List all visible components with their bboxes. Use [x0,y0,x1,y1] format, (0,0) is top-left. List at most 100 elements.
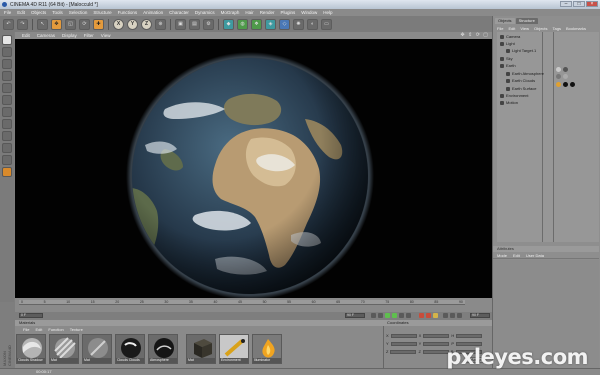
material-menu-texture[interactable]: Texture [70,327,83,332]
menu-functions[interactable]: Functions [118,10,138,15]
undo-icon[interactable]: ↶ [3,18,14,30]
snap-icon[interactable] [2,143,12,153]
menu-animation[interactable]: Animation [143,10,163,15]
scene-object-icon[interactable]: ◇ [279,18,290,30]
object-item-environment[interactable]: Environment [500,93,528,98]
x-axis-lock-button[interactable]: X [113,18,124,30]
floor-object-icon[interactable]: ▭ [321,18,332,30]
tab-objects[interactable]: Objects [495,18,515,24]
locked-workplane-icon[interactable] [2,167,12,177]
go-to-end-icon[interactable] [406,313,411,318]
menu-dynamics[interactable]: Dynamics [195,10,215,15]
redo-icon[interactable]: ↷ [17,18,28,30]
deformer-icon[interactable]: ◈ [265,18,276,30]
use-points-tool-icon[interactable] [2,83,12,93]
camera-object-icon[interactable]: ◐ [307,18,318,30]
menu-edit[interactable]: Edit [17,10,25,15]
close-button[interactable]: × [586,1,598,7]
rotation-h-field[interactable] [456,333,483,338]
use-axis-tool-icon[interactable] [2,71,12,81]
scale-key-icon[interactable] [450,313,455,318]
position-key-icon[interactable] [443,313,448,318]
live-selection-icon[interactable]: ↖ [37,18,48,30]
menu-objects[interactable]: Objects [31,10,46,15]
coordinate-system-icon[interactable]: ⊕ [155,18,166,30]
menu-selection[interactable]: Selection [69,10,88,15]
object-menu-bookmarks[interactable]: Bookmarks [566,26,586,31]
object-item-earth-clouds[interactable]: Earth Clouds [506,78,535,83]
move-tool-icon[interactable]: ✥ [51,18,62,30]
material-swatch-illuminator[interactable]: Illuminator [252,334,282,364]
object-item-light-target[interactable]: Light Target.1 [506,48,536,53]
current-frame-field[interactable]: 90 F [345,313,365,318]
texture-tag-icon[interactable] [556,67,561,72]
light-object-icon[interactable]: ✺ [293,18,304,30]
object-item-camera[interactable]: Camera [500,34,520,39]
menu-file[interactable]: File [4,10,11,15]
start-frame-field[interactable]: 0 F [19,313,43,318]
scale-tool-icon[interactable]: ◱ [65,18,76,30]
size-z-field[interactable] [422,349,449,354]
nurbs-icon[interactable]: ◍ [237,18,248,30]
autokey-icon[interactable] [426,313,431,318]
object-item-sky[interactable]: Sky [500,56,513,61]
material-swatch-environment[interactable]: Environment [219,334,249,364]
object-menu-objects[interactable]: Objects [534,26,548,31]
material-menu-edit[interactable]: Edit [35,327,42,332]
material-swatch-grey[interactable]: Mat [82,334,112,364]
render-picture-viewer-icon[interactable]: ▤ [189,18,200,30]
position-z-field[interactable] [390,349,417,354]
viewport-menu-filter[interactable]: Filter [84,33,94,38]
next-key-icon[interactable] [399,313,404,318]
recent-tool-icon[interactable]: ✚ [93,18,104,30]
menu-window[interactable]: Window [301,10,317,15]
z-axis-lock-button[interactable]: Z [141,18,152,30]
array-icon[interactable]: ❖ [251,18,262,30]
texture-tag-icon[interactable] [563,74,568,79]
texture-tag-icon[interactable] [563,82,568,87]
object-item-earth-surface[interactable]: Earth Surface [506,86,536,91]
maximize-button[interactable]: □ [573,1,585,7]
object-item-earth-atmosphere[interactable]: Earth Atmosphere [506,71,544,76]
tab-structure[interactable]: Structure [515,18,538,24]
texture-tag-icon[interactable] [556,74,561,79]
position-x-field[interactable] [390,333,417,338]
texture-tag-icon[interactable] [570,82,575,87]
material-swatch-dark-cube[interactable]: Mat [186,334,216,364]
material-menu-file[interactable]: File [23,327,29,332]
3d-viewport[interactable] [15,39,492,298]
play-backwards-icon[interactable] [385,313,390,318]
material-swatch-clouds[interactable]: Clouds Clouds [115,334,145,364]
viewport-menu-display[interactable]: Display [62,33,77,38]
menu-tools[interactable]: Tools [52,10,63,15]
cube-object-icon[interactable]: ◆ [223,18,234,30]
attributes-menu-mode[interactable]: Mode [497,253,507,258]
object-menu-file[interactable]: File [497,26,503,31]
keyframe-selection-icon[interactable] [433,313,438,318]
render-settings-icon[interactable]: ⚙ [203,18,214,30]
menu-structure[interactable]: Structure [93,10,111,15]
enable-axis-icon[interactable] [2,119,12,129]
y-axis-lock-button[interactable]: Y [127,18,138,30]
render-view-icon[interactable]: ▣ [175,18,186,30]
material-swatch-atmosphere[interactable]: Atmosphere [148,334,178,364]
viewport-menu-edit[interactable]: Edit [22,33,30,38]
object-menu-view[interactable]: View [520,26,529,31]
timeline-ruler[interactable]: 0 5 10 15 20 25 30 35 40 45 50 55 60 65 … [19,300,465,305]
rotate-tool-icon[interactable]: ⟳ [79,18,90,30]
use-edges-tool-icon[interactable] [2,95,12,105]
minimize-button[interactable]: – [560,1,572,7]
menu-hair[interactable]: Hair [245,10,253,15]
use-polygons-tool-icon[interactable] [2,107,12,117]
material-swatch-striped[interactable]: Mat [49,334,79,364]
viewport-navigation-icons[interactable]: ✥ ⇕ ⟳ ▢ [461,32,489,38]
use-model-tool-icon[interactable] [2,35,12,45]
play-icon[interactable] [392,313,397,318]
menu-character[interactable]: Character [169,10,189,15]
object-item-earth[interactable]: Earth [500,63,516,68]
viewport-menu-cameras[interactable]: Cameras [37,33,55,38]
use-texture-tool-icon[interactable] [2,59,12,69]
texture-tag-icon[interactable] [556,82,561,87]
object-menu-edit[interactable]: Edit [508,26,515,31]
tweak-mode-icon[interactable] [2,131,12,141]
